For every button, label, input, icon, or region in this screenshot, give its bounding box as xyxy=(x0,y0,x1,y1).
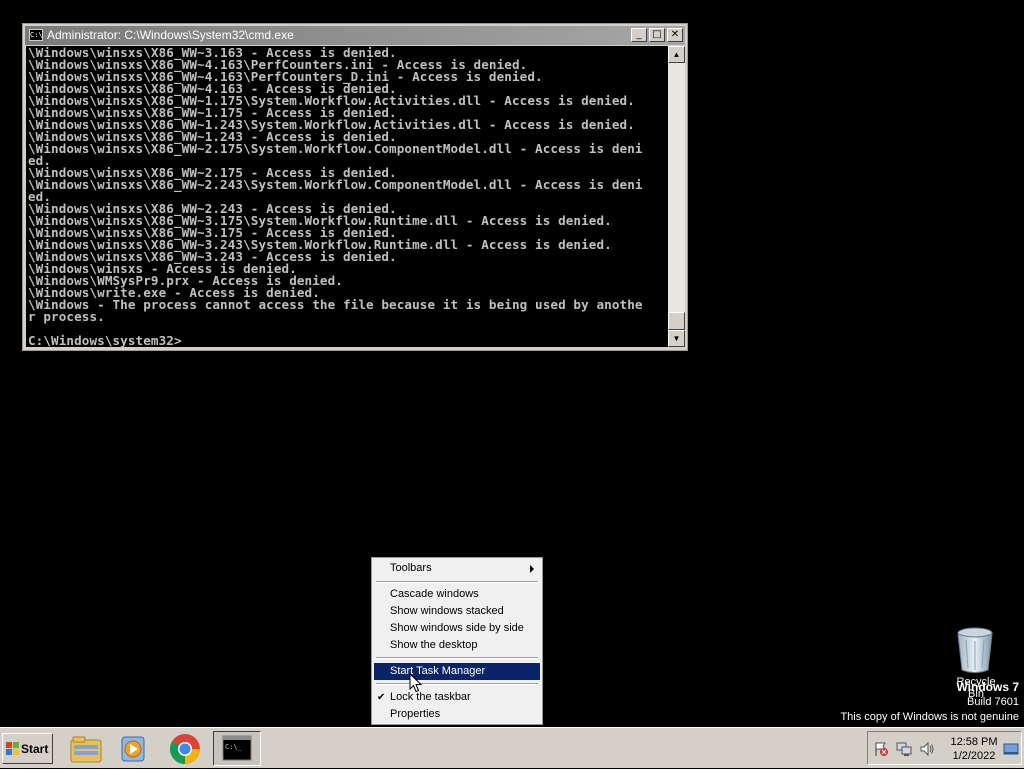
console-lines: \Windows\winsxs\X86_WW~3.163 - Access is… xyxy=(26,46,669,347)
maximize-button[interactable]: □ xyxy=(649,28,665,42)
menu-separator xyxy=(376,683,538,685)
clock-date: 1/2/2022 xyxy=(952,750,996,762)
cmd-icon: C:\_ xyxy=(222,735,252,761)
menu-item-show-windows-stacked[interactable]: Show windows stacked xyxy=(374,603,540,620)
clock-time: 12:58 PM xyxy=(950,736,998,748)
taskbar[interactable]: Start C:\_ 12:58 PM 1/2/2022 xyxy=(0,727,1024,768)
console-line: \Windows - The process cannot access the… xyxy=(28,297,643,312)
menu-item-start-task-manager[interactable]: Start Task Manager xyxy=(374,663,540,680)
svg-text:C:\_: C:\_ xyxy=(225,743,243,751)
scroll-up-button[interactable]: ▲ xyxy=(668,46,685,63)
watermark-title: Windows 7 xyxy=(956,680,1019,694)
menu-separator xyxy=(376,657,538,659)
console-line: \Windows\winsxs\X86_WW~2.175\System.Work… xyxy=(28,141,643,156)
scroll-thumb[interactable] xyxy=(668,312,685,330)
cmd-scrollbar[interactable]: ▲ ▼ xyxy=(668,46,685,347)
checkmark-icon: ✔ xyxy=(377,692,386,703)
menu-item-show-the-desktop[interactable]: Show the desktop xyxy=(374,637,540,654)
volume-icon[interactable] xyxy=(919,741,935,757)
taskbar-app-cmd[interactable]: C:\_ xyxy=(213,731,261,766)
genuine-watermark: Windows 7 Build 7601 This copy of Window… xyxy=(840,680,1019,725)
windows-flag-icon xyxy=(6,742,19,755)
network-icon[interactable] xyxy=(896,741,912,757)
taskbar-app-file-explorer[interactable] xyxy=(64,731,106,766)
mouse-pointer-icon xyxy=(409,673,423,693)
cmd-window-icon: C:\ xyxy=(29,29,43,41)
system-tray: 12:58 PM 1/2/2022 xyxy=(867,731,1022,765)
submenu-arrow-icon xyxy=(530,565,534,573)
menu-item-lock-the-taskbar[interactable]: ✔ Lock the taskbar xyxy=(374,689,540,706)
taskbar-clock[interactable]: 12:58 PM 1/2/2022 xyxy=(948,735,1000,763)
watermark-build: Build 7601 xyxy=(967,696,1019,708)
menu-item-toolbars[interactable]: Toolbars xyxy=(374,560,540,577)
menu-item-show-windows-side-by-side[interactable]: Show windows side by side xyxy=(374,620,540,637)
cmd-window-title: Administrator: C:\Windows\System32\cmd.e… xyxy=(47,28,294,42)
recycle-bin[interactable]: Recycle Bin xyxy=(948,624,1004,700)
cmd-titlebar[interactable]: C:\ Administrator: C:\Windows\System32\c… xyxy=(25,26,685,45)
close-button[interactable]: ✕ xyxy=(667,28,683,42)
taskbar-app-chrome[interactable] xyxy=(164,731,206,766)
action-center-flag-icon[interactable] xyxy=(873,741,889,757)
watermark-notice: This copy of Windows is not genuine xyxy=(840,711,1019,723)
chrome-icon xyxy=(169,734,201,764)
scroll-down-button[interactable]: ▼ xyxy=(668,330,685,347)
taskbar-context-menu: Toolbars Cascade windows Show windows st… xyxy=(371,557,543,725)
console-line: r process. xyxy=(28,309,105,324)
show-desktop-icon[interactable] xyxy=(1003,741,1019,757)
console-line: C:\Windows\system32> xyxy=(28,333,182,347)
start-button[interactable]: Start xyxy=(2,733,53,764)
console-line: \Windows\winsxs\X86_WW~2.243\System.Work… xyxy=(28,177,643,192)
recycle-bin-icon xyxy=(957,627,993,673)
minimize-button[interactable]: _ xyxy=(631,28,647,42)
cmd-window[interactable]: C:\ Administrator: C:\Windows\System32\c… xyxy=(22,23,688,351)
start-label: Start xyxy=(21,742,49,756)
cmd-console-output[interactable]: \Windows\winsxs\X86_WW~3.163 - Access is… xyxy=(26,46,669,347)
menu-separator xyxy=(376,581,538,583)
menu-item-properties[interactable]: Properties xyxy=(374,706,540,723)
media-player-icon xyxy=(121,736,145,762)
taskbar-app-media-player[interactable] xyxy=(112,731,154,766)
file-explorer-icon xyxy=(70,736,102,763)
menu-item-cascade-windows[interactable]: Cascade windows xyxy=(374,586,540,603)
